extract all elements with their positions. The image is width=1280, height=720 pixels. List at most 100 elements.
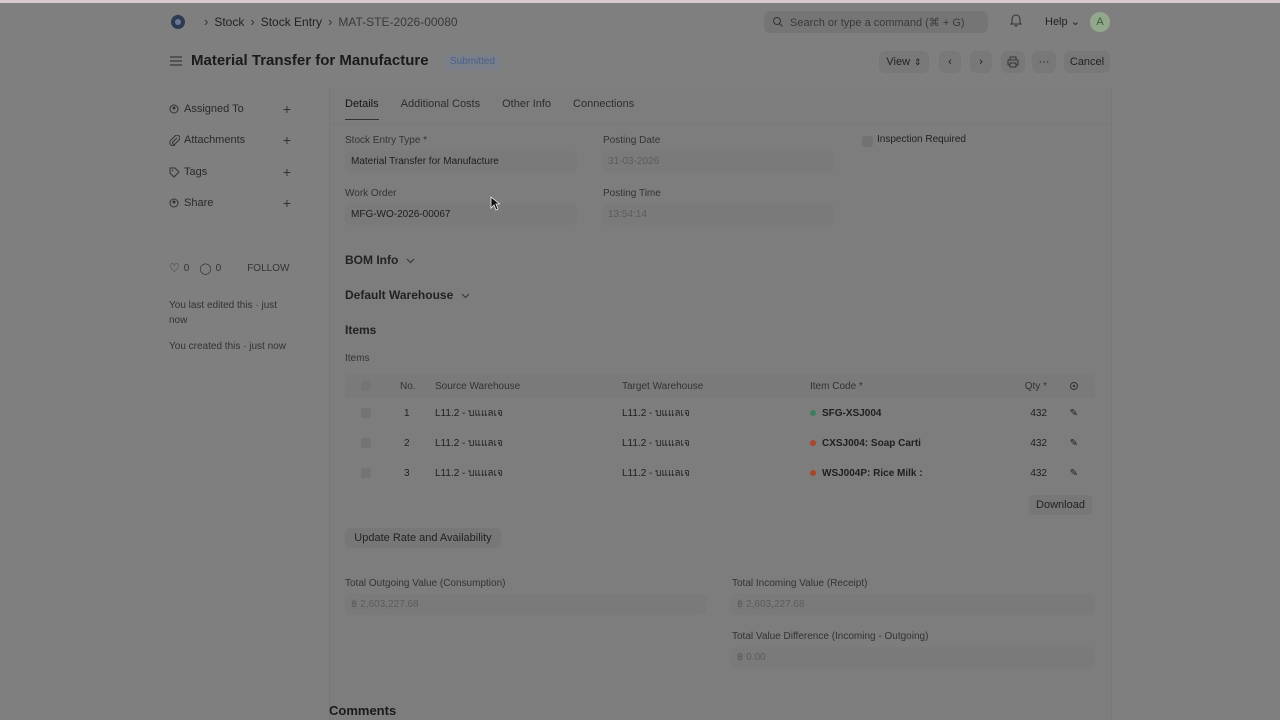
tab-other-info[interactable]: Other Info xyxy=(502,98,551,120)
help-dropdown[interactable]: Help ⌄ xyxy=(1045,15,1080,28)
comments-count: 0 xyxy=(215,262,222,274)
follow-link[interactable]: FOLLOW xyxy=(247,263,289,274)
app-logo-icon[interactable] xyxy=(168,11,188,31)
tab-details[interactable]: Details xyxy=(345,98,379,120)
edit-icon[interactable]: ✎ xyxy=(1070,458,1078,488)
row-qty[interactable]: 432 xyxy=(1030,428,1047,458)
sidebar-toggle-icon[interactable] xyxy=(169,55,183,67)
sidebar-item-label: Attachments xyxy=(184,134,246,146)
more-button[interactable]: ··· xyxy=(1032,51,1056,73)
chevron-right-icon: › xyxy=(979,56,983,68)
update-rate-button[interactable]: Update Rate and Availability xyxy=(345,528,501,548)
work-order-field[interactable]: MFG-WO-2026-00067 xyxy=(345,204,577,225)
row-qty[interactable]: 432 xyxy=(1030,458,1047,488)
bell-icon[interactable] xyxy=(1009,13,1023,27)
table-header: No. Source Warehouse Target Warehouse It… xyxy=(345,374,1095,398)
breadcrumb-stock-entry[interactable]: Stock Entry xyxy=(261,15,322,29)
total-incoming-label: Total Incoming Value (Receipt) xyxy=(732,578,868,589)
avatar[interactable]: A xyxy=(1090,12,1110,32)
row-source-warehouse[interactable]: L11.2 - บแแลเจ xyxy=(435,458,503,488)
plus-icon[interactable]: + xyxy=(283,195,291,211)
chevron-down-icon xyxy=(406,258,415,263)
search-icon xyxy=(773,17,783,27)
row-checkbox[interactable] xyxy=(361,428,371,458)
next-button[interactable]: › xyxy=(970,51,992,73)
sidebar-item-label: Tags xyxy=(184,166,208,178)
items-table: No. Source Warehouse Target Warehouse It… xyxy=(345,374,1095,488)
items-table-label: Items xyxy=(345,353,370,364)
col-item-code: Item Code * xyxy=(810,380,863,392)
view-label: View xyxy=(886,56,911,68)
row-source-warehouse[interactable]: L11.2 - บแแลเจ xyxy=(435,398,503,428)
plus-icon[interactable]: + xyxy=(283,132,291,148)
share-icon xyxy=(169,198,179,207)
search-input[interactable]: Search or type a command (⌘ + G) xyxy=(764,11,988,33)
comment-icon[interactable]: ◯ xyxy=(199,262,211,275)
table-row[interactable]: 2 L11.2 - บแแลเจ L11.2 - บแแลเจ CXSJ004:… xyxy=(345,428,1095,458)
more-icon: ··· xyxy=(1038,56,1050,68)
assign-icon xyxy=(169,104,179,113)
sidebar-item-tags[interactable]: Tags + xyxy=(169,164,291,180)
tab-divider xyxy=(330,123,1111,124)
row-target-warehouse[interactable]: L11.2 - บแแลเจ xyxy=(622,398,690,428)
posting-date-field[interactable]: 31-03-2026 xyxy=(602,151,834,172)
table-row[interactable]: 3 L11.2 - บแแลเจ L11.2 - บแแลเจ WSJ004P:… xyxy=(345,458,1095,488)
inspection-required-checkbox[interactable] xyxy=(862,136,873,147)
table-row[interactable]: 1 L11.2 - บแแลเจ L11.2 - บแแลเจ SFG-XSJ0… xyxy=(345,398,1095,428)
sidebar-item-share[interactable]: Share + xyxy=(169,195,291,211)
total-outgoing-label: Total Outgoing Value (Consumption) xyxy=(345,578,506,589)
printer-icon xyxy=(1007,56,1019,68)
last-edited-text: You last edited this · just now xyxy=(169,300,278,326)
breadcrumb-stock[interactable]: Stock xyxy=(214,15,244,29)
col-qty: Qty * xyxy=(1024,380,1047,392)
breadcrumb-document[interactable]: MAT-STE-2026-00080 xyxy=(338,15,457,29)
settings-icon[interactable] xyxy=(1069,374,1079,398)
view-button[interactable]: View ⇕ xyxy=(879,51,929,73)
prev-button[interactable]: ‹ xyxy=(939,51,961,73)
sidebar-item-attachments[interactable]: Attachments + xyxy=(169,132,291,148)
chevron-right-icon: › xyxy=(328,14,333,29)
help-label: Help xyxy=(1045,16,1068,28)
status-dot xyxy=(810,440,816,446)
edit-icon[interactable]: ✎ xyxy=(1070,428,1078,458)
row-item-code[interactable]: CXSJ004: Soap Carti xyxy=(810,428,925,458)
sidebar-item-assigned-to[interactable]: Assigned To + xyxy=(169,101,291,117)
plus-icon[interactable]: + xyxy=(283,164,291,180)
download-button[interactable]: Download xyxy=(1029,495,1092,515)
likes-comments-row: ♡ 0 ◯ 0 FOLLOW xyxy=(169,261,293,275)
chevron-right-icon: › xyxy=(250,14,255,29)
row-checkbox[interactable] xyxy=(361,458,371,488)
row-source-warehouse[interactable]: L11.2 - บแแลเจ xyxy=(435,428,503,458)
section-items: Items xyxy=(345,323,376,337)
edit-icon[interactable]: ✎ xyxy=(1070,398,1078,428)
posting-time-field[interactable]: 13:54:14 xyxy=(602,204,834,225)
row-no: 3 xyxy=(404,467,410,479)
updown-icon: ⇕ xyxy=(914,56,922,67)
row-item-code[interactable]: WSJ004P: Rice Milk : xyxy=(810,458,925,488)
cancel-button[interactable]: Cancel xyxy=(1064,51,1110,73)
row-qty[interactable]: 432 xyxy=(1030,398,1047,428)
row-item-code[interactable]: SFG-XSJ004 xyxy=(810,398,881,428)
select-all-checkbox[interactable] xyxy=(361,374,371,398)
item-code-text: WSJ004P: Rice Milk : xyxy=(822,467,923,479)
section-default-warehouse[interactable]: Default Warehouse xyxy=(345,288,470,302)
mouse-cursor-icon xyxy=(490,196,500,211)
row-checkbox[interactable] xyxy=(361,398,371,428)
tab-connections[interactable]: Connections xyxy=(573,98,634,120)
col-source-warehouse: Source Warehouse xyxy=(435,380,521,392)
tab-additional-costs[interactable]: Additional Costs xyxy=(401,98,481,120)
heart-icon[interactable]: ♡ xyxy=(169,261,180,275)
chevron-down-icon xyxy=(461,293,470,298)
item-code-text: SFG-XSJ004 xyxy=(822,407,882,419)
inspection-required-label: Inspection Required xyxy=(877,134,966,145)
stock-entry-type-field[interactable]: Material Transfer for Manufacture xyxy=(345,151,577,172)
total-difference-field: ฿ 0.00 xyxy=(731,647,1095,668)
status-dot xyxy=(810,410,816,416)
row-target-warehouse[interactable]: L11.2 - บแแลเจ xyxy=(622,458,690,488)
plus-icon[interactable]: + xyxy=(283,101,291,117)
paperclip-icon xyxy=(169,134,180,146)
print-button[interactable] xyxy=(1001,51,1025,73)
row-target-warehouse[interactable]: L11.2 - บแแลเจ xyxy=(622,428,690,458)
breadcrumb: › Stock › Stock Entry › MAT-STE-2026-000… xyxy=(198,14,458,29)
section-bom-info[interactable]: BOM Info xyxy=(345,253,415,267)
